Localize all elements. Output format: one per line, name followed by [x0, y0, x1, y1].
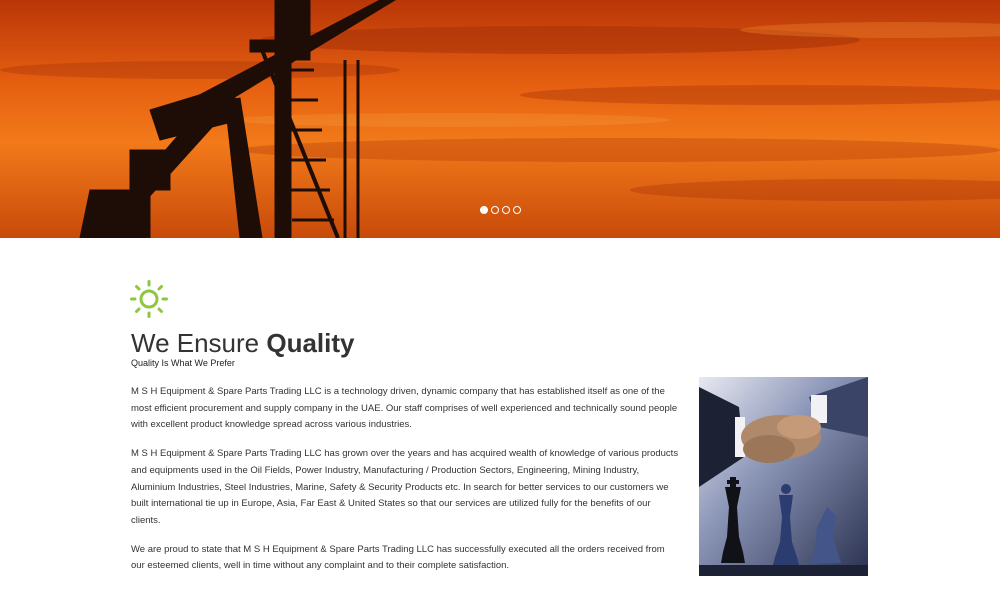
slider-pagination [480, 206, 521, 215]
sun-icon [130, 280, 168, 318]
slide-dot-3[interactable] [502, 206, 510, 214]
about-paragraph: M S H Equipment & Spare Parts Trading LL… [131, 386, 678, 431]
about-text: M S H Equipment & Spare Parts Trading LL… [131, 384, 681, 587]
hero-banner [0, 0, 1000, 238]
heading-bold: Quality [266, 328, 355, 358]
section-heading: We Ensure Quality [131, 326, 355, 360]
slide-dot-2[interactable] [491, 206, 499, 214]
about-paragraph: M S H Equipment & Spare Parts Trading LL… [131, 448, 679, 526]
slide-dot-1[interactable] [480, 206, 488, 214]
hero-image [0, 0, 1000, 238]
slide-dot-4[interactable] [513, 206, 521, 214]
about-paragraph: We are proud to state that M S H Equipme… [131, 543, 665, 572]
heading-light: We Ensure [131, 328, 267, 358]
handshake-chess-image [699, 377, 868, 576]
section-subheading: Quality Is What We Prefer [131, 358, 235, 368]
